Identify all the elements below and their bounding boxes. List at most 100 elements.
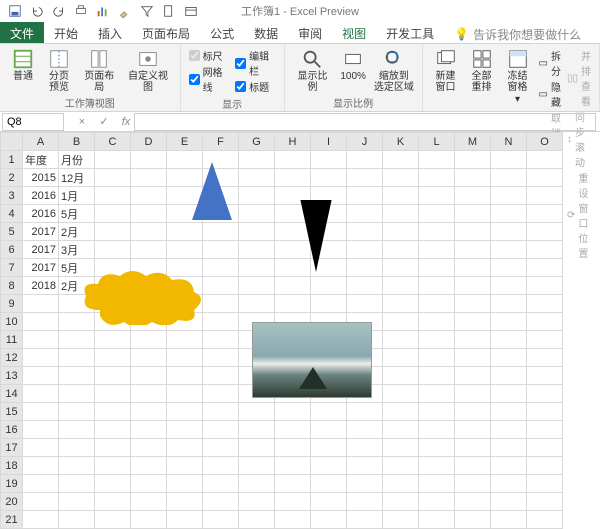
tab-developer[interactable]: 开发工具 [376,22,444,43]
formula-bar-checkbox[interactable]: 编辑栏 [235,48,276,78]
cell[interactable] [203,385,239,403]
cell[interactable]: 年度 [23,151,59,169]
cell[interactable] [311,439,347,457]
cell[interactable] [383,511,419,529]
table-row[interactable]: 320161月 [1,187,563,205]
col-header[interactable]: L [419,133,455,151]
cell[interactable] [167,349,203,367]
row-header[interactable]: 8 [1,277,23,295]
cloud-shape[interactable] [80,270,205,328]
cell[interactable] [275,403,311,421]
cell[interactable] [239,457,275,475]
table-row[interactable]: 620173月 [1,241,563,259]
col-header[interactable]: M [455,133,491,151]
cell[interactable] [167,223,203,241]
cell[interactable] [491,367,527,385]
cell[interactable] [527,241,563,259]
cell[interactable] [383,295,419,313]
cell[interactable] [95,367,131,385]
fx-button[interactable]: fx [118,116,134,128]
cell[interactable] [383,439,419,457]
cell[interactable] [383,169,419,187]
cell[interactable] [167,385,203,403]
cell[interactable] [455,439,491,457]
cell[interactable] [383,259,419,277]
cell[interactable] [419,259,455,277]
cell[interactable]: 2016 [23,187,59,205]
page-layout-button[interactable]: 页面布局 [78,46,120,95]
cell[interactable] [383,457,419,475]
cell[interactable] [347,457,383,475]
row-header[interactable]: 7 [1,259,23,277]
table-row[interactable]: 21 [1,511,563,529]
cell[interactable] [275,475,311,493]
cell[interactable] [347,493,383,511]
normal-view-button[interactable]: 普通 [6,46,40,84]
cell[interactable] [59,367,95,385]
name-box[interactable] [2,113,64,131]
cell[interactable] [455,493,491,511]
cell[interactable] [455,241,491,259]
row-header[interactable]: 3 [1,187,23,205]
cell[interactable] [491,259,527,277]
cell[interactable] [383,421,419,439]
tab-file[interactable]: 文件 [0,22,44,43]
cell[interactable] [59,511,95,529]
cell[interactable] [347,439,383,457]
cell[interactable] [167,511,203,529]
cell[interactable] [419,151,455,169]
cell[interactable] [23,493,59,511]
cell[interactable] [131,475,167,493]
cell[interactable] [491,151,527,169]
cell[interactable] [239,475,275,493]
cell[interactable] [419,349,455,367]
cell[interactable] [491,511,527,529]
cell[interactable] [419,295,455,313]
cell[interactable] [239,511,275,529]
cell[interactable] [527,439,563,457]
tab-insert[interactable]: 插入 [88,22,132,43]
cell[interactable] [383,493,419,511]
new-window-button[interactable]: 新建窗口 [429,46,463,95]
col-header[interactable]: C [95,133,131,151]
cell[interactable] [311,493,347,511]
cell[interactable] [491,205,527,223]
cell[interactable] [455,475,491,493]
cell[interactable] [311,511,347,529]
col-header[interactable]: B [59,133,95,151]
cell[interactable] [419,169,455,187]
cell[interactable] [419,241,455,259]
cell[interactable] [239,259,275,277]
cell[interactable] [527,475,563,493]
table-row[interactable]: 19 [1,475,563,493]
cell[interactable] [419,313,455,331]
cell[interactable] [311,295,347,313]
cell[interactable] [131,367,167,385]
cell[interactable] [527,187,563,205]
cell[interactable] [167,241,203,259]
cell[interactable] [455,421,491,439]
cell[interactable] [95,241,131,259]
cell[interactable] [419,205,455,223]
cell[interactable] [311,403,347,421]
cell[interactable] [491,385,527,403]
cell[interactable] [527,421,563,439]
cell[interactable]: 月份 [59,151,95,169]
cell[interactable] [383,331,419,349]
zoom-to-selection-button[interactable]: 缩放到 选定区域 [372,46,415,95]
cell[interactable] [275,151,311,169]
cell[interactable] [167,457,203,475]
cell[interactable] [239,223,275,241]
cell[interactable] [419,331,455,349]
cell[interactable] [347,169,383,187]
cell[interactable] [203,223,239,241]
cell[interactable] [383,205,419,223]
cell[interactable] [59,493,95,511]
cell[interactable] [239,403,275,421]
cell[interactable] [59,349,95,367]
cell[interactable] [527,403,563,421]
cell[interactable] [203,313,239,331]
cell[interactable] [383,349,419,367]
cell[interactable] [275,511,311,529]
cell[interactable] [491,295,527,313]
